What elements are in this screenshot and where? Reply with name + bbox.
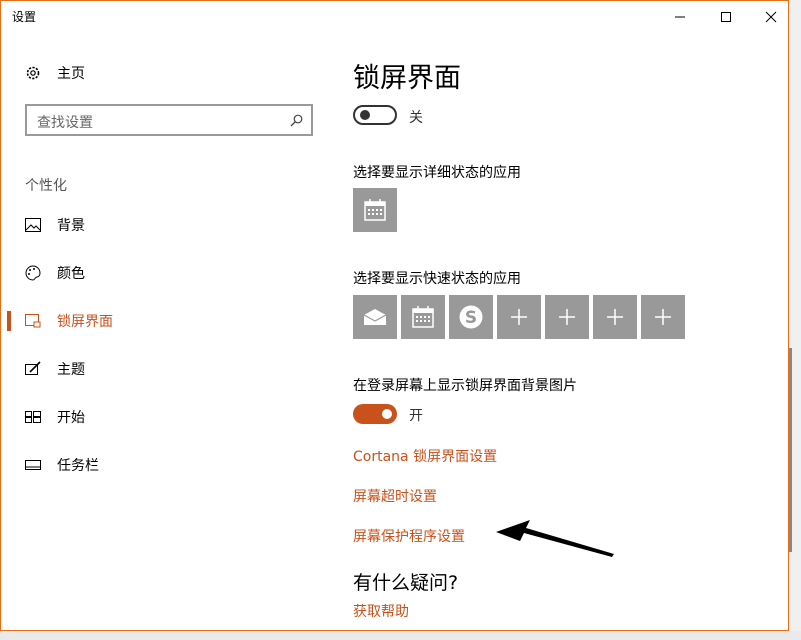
annotation-arrow <box>496 520 614 557</box>
sidebar-item-label: 开始 <box>57 410 85 426</box>
gear-icon <box>25 65 41 81</box>
sidebar-item-label: 任务栏 <box>57 458 99 474</box>
calendar-icon <box>364 199 386 221</box>
add-quick-status-app-button[interactable] <box>641 295 685 339</box>
cortana-lock-screen-settings-link[interactable]: Cortana 锁屏界面设置 <box>353 446 497 466</box>
section-label: 个性化 <box>25 178 67 194</box>
scrollbar-thumb[interactable] <box>789 348 792 552</box>
detailed-status-app-calendar[interactable] <box>353 188 397 232</box>
palette-icon <box>25 265 41 281</box>
theme-brush-icon <box>25 361 41 377</box>
quick-status-app-skype[interactable]: S <box>449 295 493 339</box>
quick-status-heading: 选择要显示快速状态的应用 <box>353 271 521 287</box>
search-input[interactable]: 查找设置 <box>25 104 313 136</box>
close-icon <box>765 11 777 23</box>
background-bottom-strip <box>0 631 801 640</box>
picture-icon <box>25 217 41 233</box>
toggle-knob <box>382 409 392 419</box>
toggle-state-label: 关 <box>409 110 423 126</box>
sidebar-item-lock-screen[interactable]: 锁屏界面 <box>1 301 331 341</box>
skype-icon: S <box>459 305 483 329</box>
background-picture-toggle[interactable] <box>353 404 397 424</box>
plus-icon <box>607 309 623 325</box>
sidebar-item-background[interactable]: 背景 <box>1 205 331 245</box>
sidebar-item-label: 锁屏界面 <box>57 314 113 330</box>
plus-icon <box>511 309 527 325</box>
window-title: 设置 <box>12 10 37 24</box>
taskbar-icon <box>25 457 41 473</box>
page-title: 锁屏界面 <box>353 63 461 94</box>
close-button[interactable] <box>748 1 794 33</box>
add-quick-status-app-button[interactable] <box>593 295 637 339</box>
sidebar-item-colors[interactable]: 颜色 <box>1 253 331 293</box>
add-quick-status-app-button[interactable] <box>545 295 589 339</box>
maximize-icon <box>721 12 731 22</box>
maximize-button[interactable] <box>703 1 749 33</box>
minimize-button[interactable] <box>657 1 703 33</box>
mail-icon <box>363 309 387 325</box>
screen-saver-settings-link[interactable]: 屏幕保护程序设置 <box>353 526 465 546</box>
get-help-link[interactable]: 获取帮助 <box>353 601 409 621</box>
sidebar-item-themes[interactable]: 主题 <box>1 349 331 389</box>
sidebar: 主页 查找设置 个性化 背景 颜色 锁屏界面 主题 开始 任务栏 <box>1 33 331 630</box>
quick-status-app-calendar[interactable] <box>401 295 445 339</box>
sidebar-item-label: 背景 <box>57 218 85 234</box>
home-nav-item[interactable]: 主页 <box>1 53 331 93</box>
calendar-icon <box>412 306 434 328</box>
lock-screen-toggle[interactable] <box>353 105 397 125</box>
home-label: 主页 <box>57 66 85 82</box>
start-tiles-icon <box>25 409 41 425</box>
screen-timeout-settings-link[interactable]: 屏幕超时设置 <box>353 486 437 506</box>
sidebar-item-label: 颜色 <box>57 266 85 282</box>
title-bar: 设置 <box>1 1 788 33</box>
plus-icon <box>655 309 671 325</box>
lock-screen-icon <box>25 313 41 329</box>
sidebar-item-label: 主题 <box>57 362 85 378</box>
add-quick-status-app-button[interactable] <box>497 295 541 339</box>
quick-status-app-mail[interactable] <box>353 295 397 339</box>
help-question-heading: 有什么疑问? <box>353 572 459 594</box>
detailed-status-heading: 选择要显示详细状态的应用 <box>353 165 521 181</box>
minimize-icon <box>675 16 685 18</box>
sidebar-item-start[interactable]: 开始 <box>1 397 331 437</box>
background-picture-heading: 在登录屏幕上显示锁屏界面背景图片 <box>353 378 577 394</box>
active-indicator <box>7 311 11 331</box>
search-icon <box>290 114 303 127</box>
settings-window: 设置 主页 查找设置 个性化 背景 颜色 锁屏界面 主题 开始 任务栏 锁屏界面… <box>0 0 789 631</box>
search-placeholder: 查找设置 <box>37 115 93 131</box>
sidebar-item-taskbar[interactable]: 任务栏 <box>1 445 331 485</box>
toggle-state-label: 开 <box>409 408 423 424</box>
svg-text:S: S <box>465 308 477 328</box>
toggle-knob <box>360 110 370 120</box>
plus-icon <box>559 309 575 325</box>
